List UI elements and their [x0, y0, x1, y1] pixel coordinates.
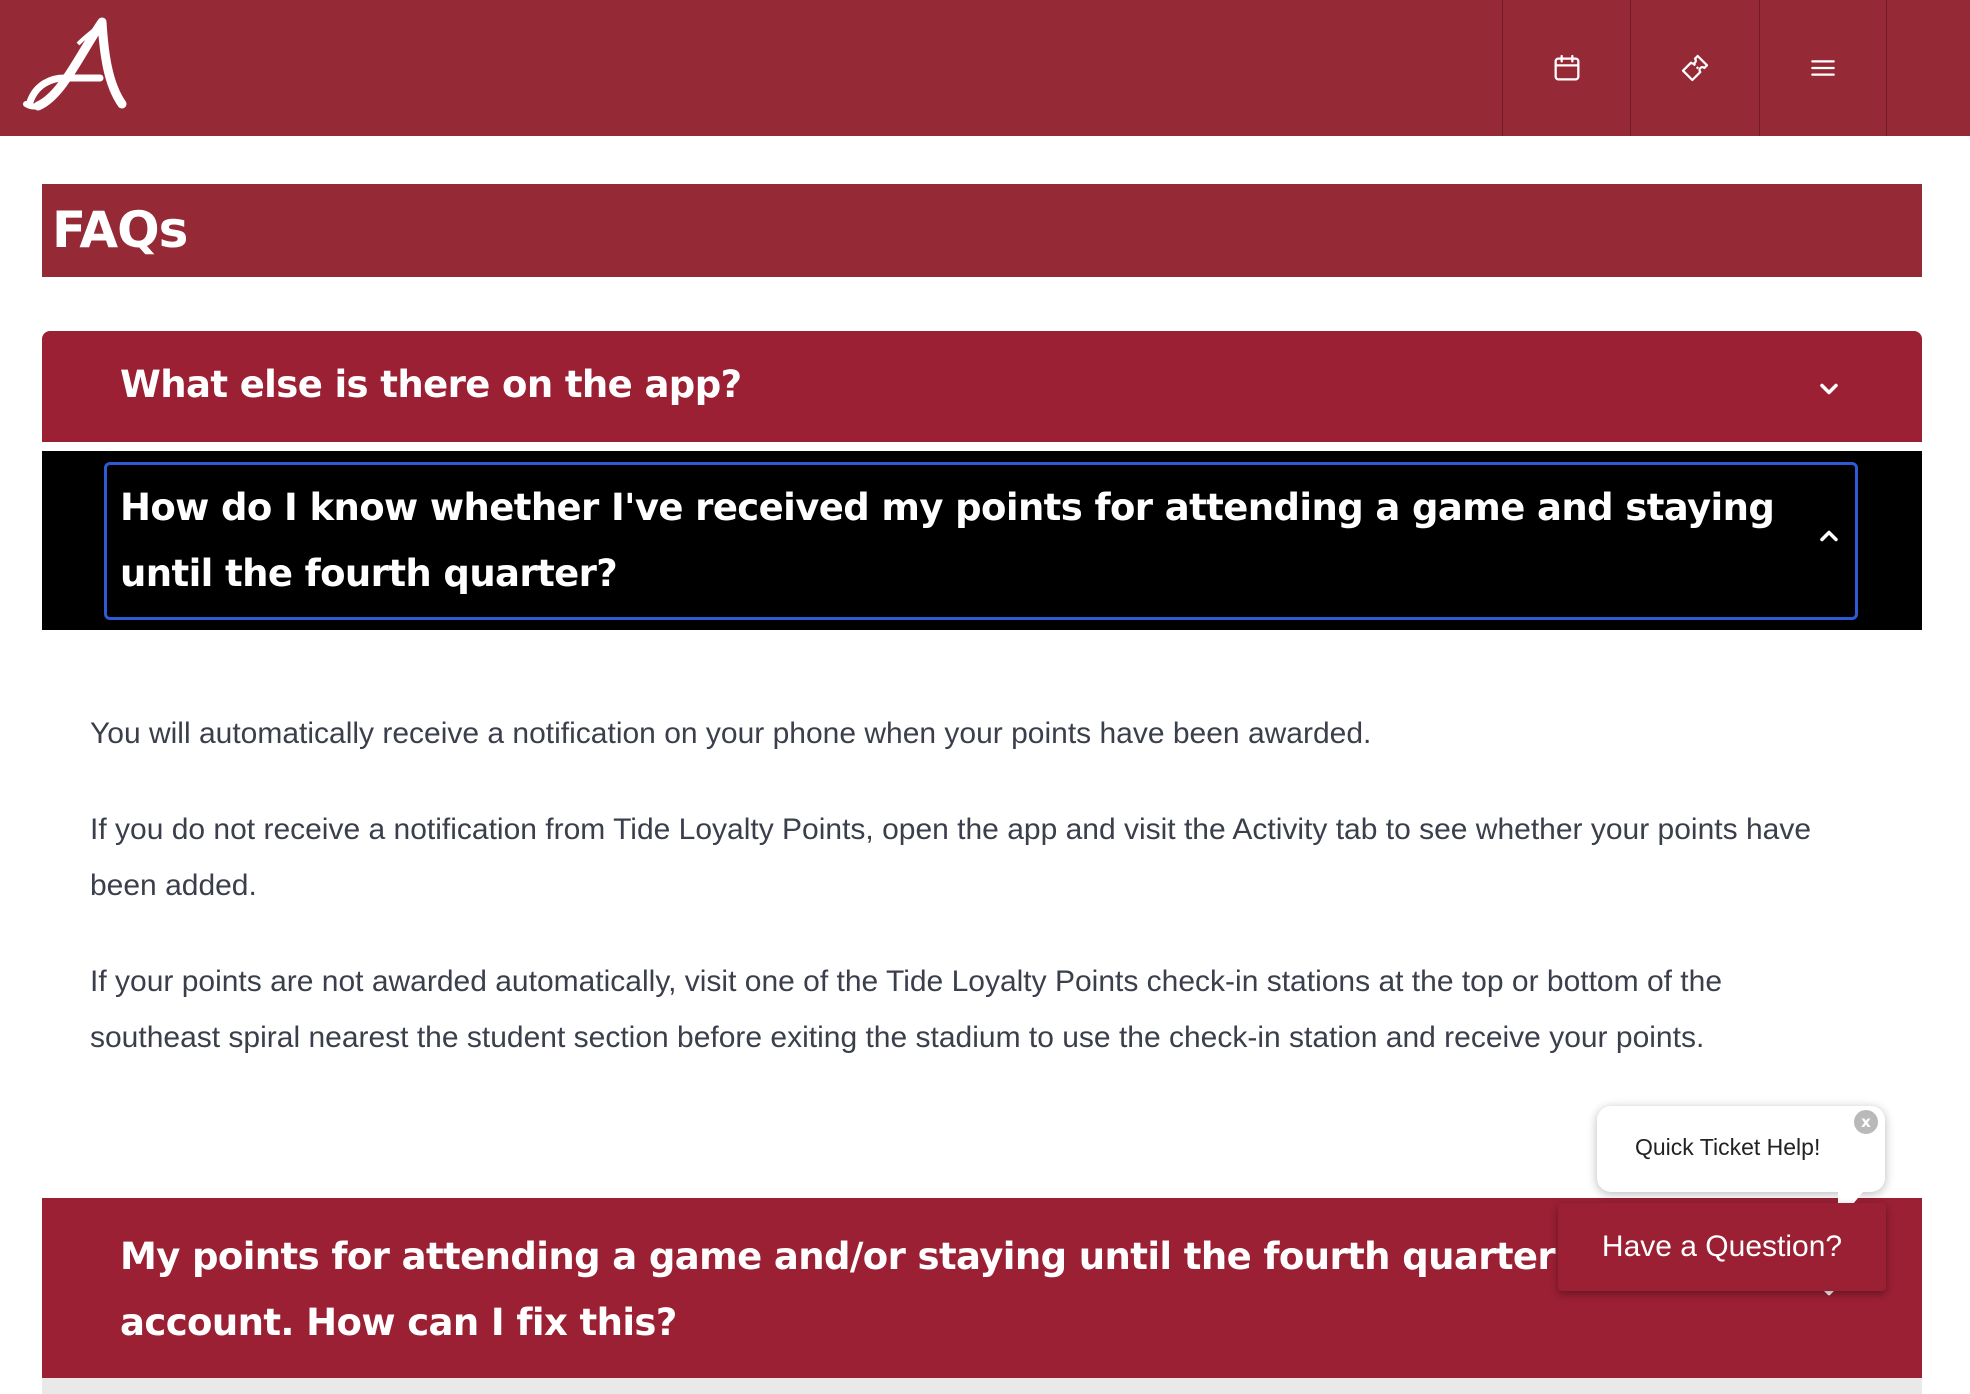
answer-paragraph: If you do not receive a notification fro… [90, 813, 1812, 902]
faq-answer: You will automatically receive a notific… [90, 706, 1850, 1106]
chat-bubble-text: Quick Ticket Help! [1635, 1134, 1821, 1160]
tickets-button[interactable] [1630, 0, 1758, 136]
close-icon[interactable]: x [1854, 1110, 1878, 1134]
faq-question: How do I know whether I've received my p… [120, 486, 1775, 595]
faq-banner: FAQs [42, 184, 1922, 277]
schedule-button[interactable] [1502, 0, 1630, 136]
faq-item-points-received[interactable]: How do I know whether I've received my p… [42, 451, 1922, 630]
menu-button[interactable] [1759, 0, 1887, 136]
chat-bubble[interactable]: Quick Ticket Help! [1597, 1106, 1885, 1192]
have-a-question-label: Have a Question? [1601, 1230, 1843, 1263]
script-a-logo[interactable] [22, 14, 132, 118]
faq-question: What else is there on the app? [120, 363, 742, 406]
chevron-up-icon [1820, 530, 1838, 542]
faq-item-app-features[interactable]: What else is there on the app? [42, 331, 1922, 442]
divider [42, 1378, 1922, 1394]
menu-icon [1811, 60, 1835, 76]
calendar-icon [1554, 54, 1579, 81]
chevron-down-icon [1820, 383, 1838, 395]
answer-paragraph: You will automatically receive a notific… [90, 717, 1372, 750]
top-navigation-bar [0, 0, 1970, 136]
answer-paragraph: If your points are not awarded automatic… [90, 965, 1722, 1054]
ticket-icon [1681, 54, 1708, 82]
have-a-question-button[interactable]: Have a Question? [1558, 1203, 1886, 1291]
page-title: FAQs [52, 201, 188, 259]
